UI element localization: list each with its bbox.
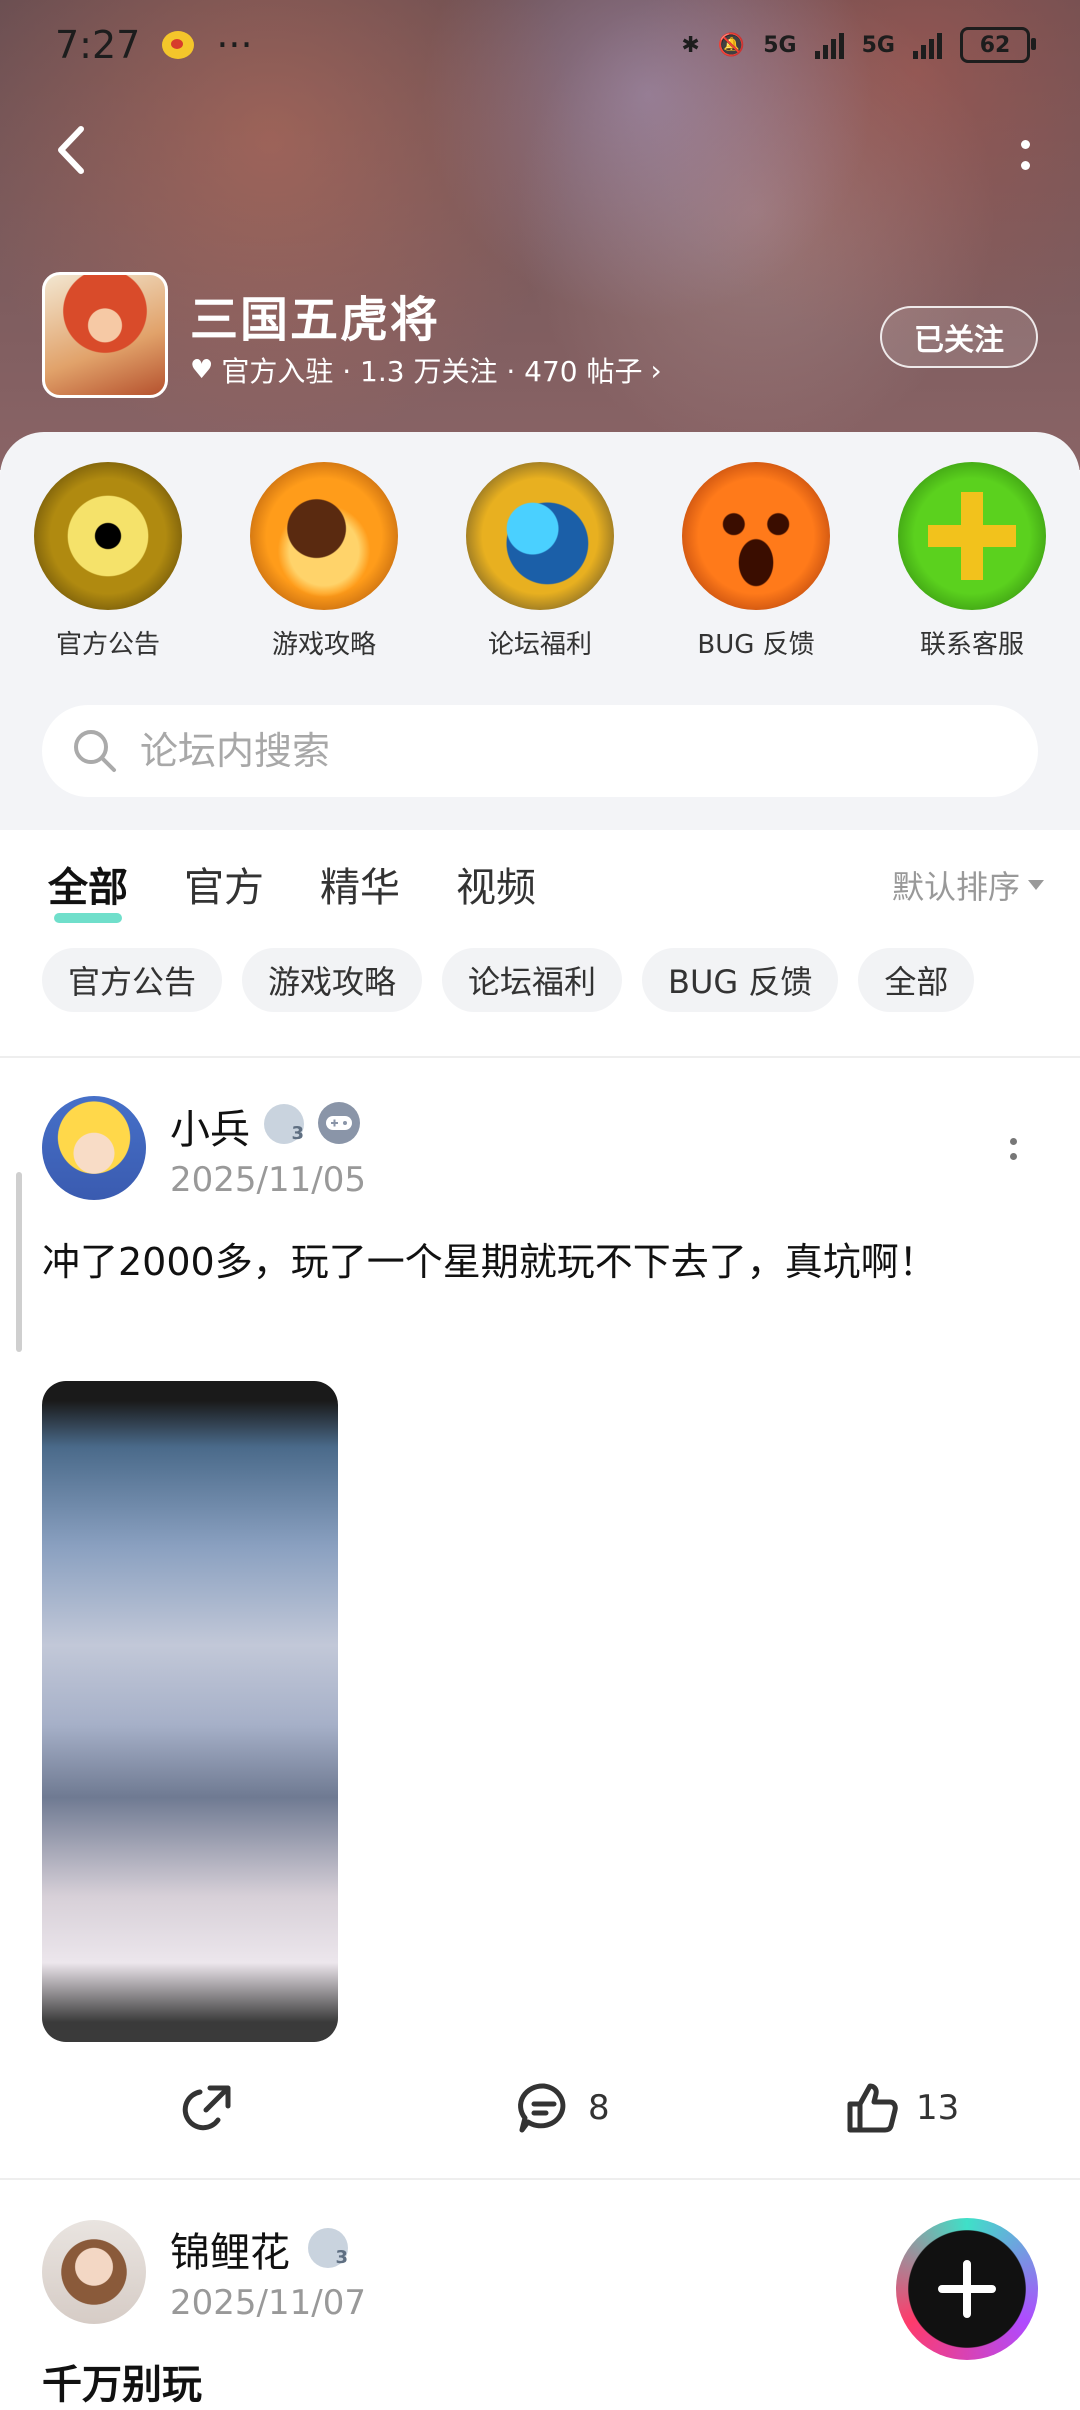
plus-cross-icon bbox=[898, 462, 1046, 610]
tab-all[interactable]: 全部 bbox=[48, 855, 128, 923]
create-post-button[interactable] bbox=[896, 2218, 1038, 2360]
category-label: 联系客服 bbox=[919, 630, 1024, 660]
follow-button[interactable]: 已关注 bbox=[880, 306, 1038, 368]
pumpkin-icon bbox=[682, 462, 830, 610]
sort-label: 默认排序 bbox=[891, 868, 1020, 906]
signal-icon-2 bbox=[913, 31, 942, 59]
more-notifications-icon: ··· bbox=[216, 23, 253, 67]
category-official-notice[interactable]: 官方公告 bbox=[0, 462, 216, 661]
game-header-banner: 7:27 ··· ✱ 🔕 5G 5G 62 三国五虎将 ♥ 官方入驻 · 1.3… bbox=[0, 0, 1080, 470]
back-button[interactable] bbox=[45, 120, 95, 180]
caret-down-icon bbox=[1028, 880, 1044, 890]
search-input[interactable] bbox=[138, 728, 942, 774]
comment-button[interactable]: 8 bbox=[516, 2080, 610, 2136]
level-badge-icon: 3 bbox=[264, 1104, 304, 1144]
sort-dropdown[interactable]: 默认排序 bbox=[892, 862, 1044, 908]
category-label: 游戏攻略 bbox=[271, 630, 376, 660]
flame-hand-icon bbox=[250, 462, 398, 610]
search-icon bbox=[74, 730, 116, 772]
chevron-right-icon: › bbox=[650, 353, 662, 387]
gamepad-icon bbox=[318, 1102, 360, 1144]
signal-icon bbox=[814, 31, 844, 59]
network-label-1: 5G bbox=[763, 32, 797, 58]
game-meta[interactable]: ♥ 官方入驻 · 1.3 万关注 · 470 帖子 › bbox=[190, 350, 662, 390]
bluetooth-icon: ✱ bbox=[681, 32, 700, 58]
post-date: 2025/11/07 bbox=[170, 2283, 366, 2323]
post-text[interactable]: 冲了2000多，玩了一个星期就玩不下去了，真坑啊！ bbox=[42, 1228, 1022, 1296]
tab-featured[interactable]: 精华 bbox=[320, 855, 400, 913]
eye-icon bbox=[34, 462, 182, 610]
weibo-icon bbox=[162, 31, 195, 59]
category-game-guide[interactable]: 游戏攻略 bbox=[216, 462, 432, 661]
game-logo bbox=[42, 272, 168, 398]
share-icon bbox=[182, 2085, 231, 2131]
share-button[interactable] bbox=[180, 2080, 236, 2136]
level-badge-number: 3 bbox=[335, 2247, 348, 2268]
avatar[interactable] bbox=[42, 1096, 146, 1200]
status-bar: 7:27 ··· ✱ 🔕 5G 5G 62 bbox=[0, 0, 1080, 90]
chip-game-guide[interactable]: 游戏攻略 bbox=[242, 948, 423, 1012]
post-date: 2025/11/05 bbox=[170, 1160, 366, 1200]
game-title: 三国五虎将 bbox=[190, 292, 441, 348]
category-label: BUG 反馈 bbox=[697, 630, 815, 660]
verified-heart-icon: ♥ bbox=[190, 355, 214, 385]
like-button[interactable]: 13 bbox=[844, 2080, 959, 2136]
post-title[interactable]: 千万别玩 bbox=[42, 2352, 202, 2410]
post-username[interactable]: 锦鲤花 bbox=[170, 2220, 290, 2278]
chip-forum-welfare[interactable]: 论坛福利 bbox=[442, 948, 623, 1012]
filter-chips: 官方公告 游戏攻略 论坛福利 BUG 反馈 全部 bbox=[42, 948, 975, 1012]
more-options-button[interactable] bbox=[1005, 125, 1045, 185]
thumbs-up-icon bbox=[847, 2083, 898, 2133]
divider bbox=[0, 2178, 1080, 2180]
forum-search-bar[interactable] bbox=[42, 705, 1038, 797]
gift-fist-icon bbox=[466, 462, 614, 610]
post-username[interactable]: 小兵 bbox=[170, 1097, 250, 1155]
comment-icon bbox=[518, 2083, 566, 2133]
tab-official[interactable]: 官方 bbox=[184, 855, 264, 913]
avatar[interactable] bbox=[42, 2220, 146, 2324]
category-row: 官方公告 游戏攻略 论坛福利 BUG 反馈 联系客服 bbox=[0, 462, 1080, 661]
category-forum-welfare[interactable]: 论坛福利 bbox=[432, 462, 648, 661]
feed-tabs: 全部 官方 精华 视频 bbox=[48, 855, 536, 923]
divider bbox=[0, 1056, 1080, 1058]
game-meta-text: 官方入驻 · 1.3 万关注 · 470 帖子 bbox=[221, 355, 643, 388]
chip-official-notice[interactable]: 官方公告 bbox=[42, 948, 223, 1012]
post-screenshot-image[interactable] bbox=[42, 1381, 338, 2042]
tab-video[interactable]: 视频 bbox=[456, 855, 536, 913]
chevron-left-icon bbox=[58, 126, 84, 174]
post-actions: 8 13 bbox=[0, 2080, 1080, 2150]
category-label: 官方公告 bbox=[55, 630, 160, 660]
scroll-indicator bbox=[16, 1172, 22, 1352]
like-count: 13 bbox=[916, 2088, 960, 2128]
chip-all[interactable]: 全部 bbox=[858, 948, 975, 1012]
category-label: 论坛福利 bbox=[487, 630, 592, 660]
mute-bell-icon: 🔕 bbox=[717, 32, 746, 58]
comment-count: 8 bbox=[588, 2088, 610, 2128]
battery-level: 62 bbox=[979, 32, 1011, 58]
level-badge-number: 3 bbox=[291, 1123, 304, 1144]
battery-icon: 62 bbox=[960, 27, 1036, 63]
category-contact-support[interactable]: 联系客服 bbox=[864, 462, 1080, 661]
status-time: 7:27 bbox=[55, 23, 141, 67]
post-more-button[interactable] bbox=[998, 1124, 1028, 1174]
network-label-2: 5G bbox=[861, 32, 895, 58]
chip-bug-feedback[interactable]: BUG 反馈 bbox=[642, 948, 839, 1012]
category-bug-feedback[interactable]: BUG 反馈 bbox=[648, 462, 864, 661]
plus-icon bbox=[938, 2260, 996, 2318]
level-badge-icon: 3 bbox=[308, 2228, 348, 2268]
